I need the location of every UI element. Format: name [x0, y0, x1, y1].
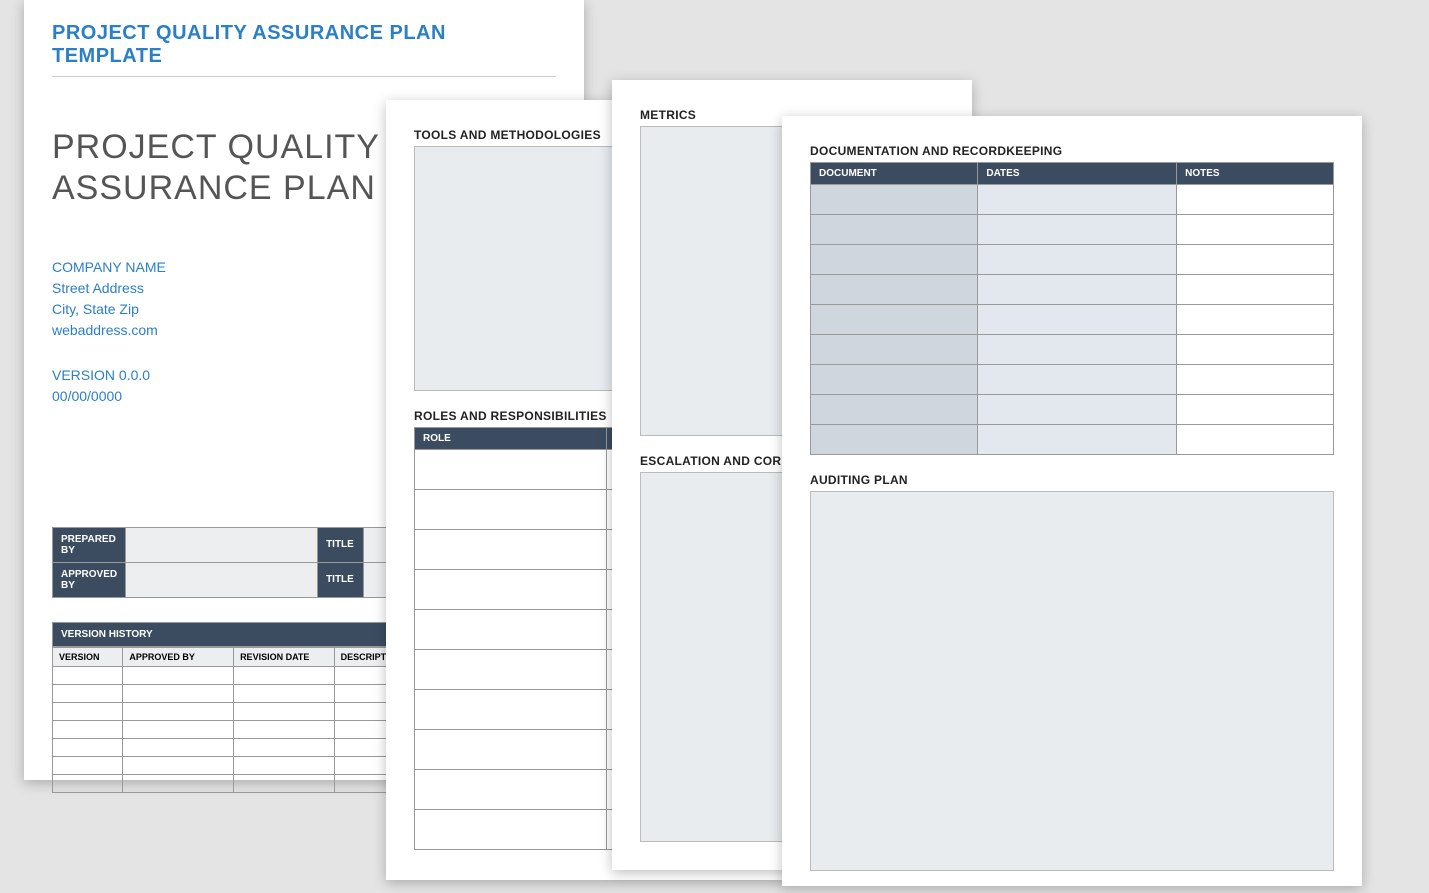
table-row [811, 425, 1334, 455]
audit-box [810, 491, 1334, 871]
doc-title-line2: ASSURANCE PLAN [52, 169, 376, 207]
roles-col-role: ROLE [415, 428, 607, 450]
table-row [811, 395, 1334, 425]
table-row [811, 245, 1334, 275]
table-row [811, 185, 1334, 215]
vh-col-approvedby: APPROVED BY [123, 647, 234, 666]
page-documentation-audit: DOCUMENTATION AND RECORDKEEPING DOCUMENT… [782, 116, 1362, 886]
title-label-1: TITLE [318, 527, 364, 562]
table-row [811, 305, 1334, 335]
documentation-title: DOCUMENTATION AND RECORDKEEPING [810, 144, 1334, 158]
table-row [811, 275, 1334, 305]
title-label-2: TITLE [318, 562, 364, 597]
prepared-by-value [126, 527, 318, 562]
table-row [811, 215, 1334, 245]
template-title: PROJECT QUALITY ASSURANCE PLAN TEMPLATE [52, 22, 556, 77]
approved-by-value [126, 562, 318, 597]
table-row [811, 365, 1334, 395]
dr-col-notes: NOTES [1177, 163, 1334, 185]
approved-by-label: APPROVED BY [53, 562, 126, 597]
vh-col-revdate: REVISION DATE [234, 647, 335, 666]
vh-col-version: VERSION [53, 647, 123, 666]
audit-title: AUDITING PLAN [810, 473, 1334, 487]
table-row [811, 335, 1334, 365]
dr-col-document: DOCUMENT [811, 163, 978, 185]
dr-col-dates: DATES [978, 163, 1177, 185]
doc-title-line1: PROJECT QUALITY [52, 128, 380, 166]
prepared-by-label: PREPARED BY [53, 527, 126, 562]
documentation-table: DOCUMENT DATES NOTES [810, 162, 1334, 455]
